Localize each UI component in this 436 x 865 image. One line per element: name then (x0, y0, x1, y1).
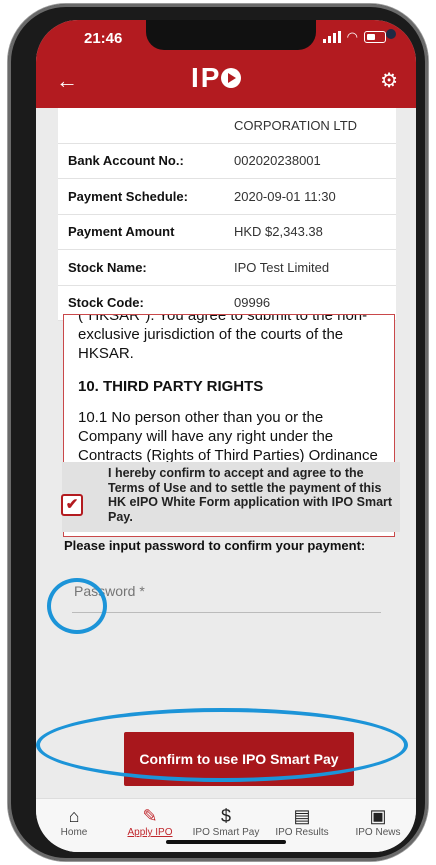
tab-ipo-results[interactable]: ▤ IPO Results (264, 799, 340, 852)
tab-apply-ipo[interactable]: ✎ Apply IPO (112, 799, 188, 852)
detail-label: Payment Amount (68, 224, 175, 240)
table-row: Payment Schedule: 2020-09-01 11:30 (58, 179, 396, 215)
detail-label: Payment Schedule: (68, 188, 188, 204)
home-icon: ⌂ (68, 806, 80, 826)
terms-heading: 10. THIRD PARTY RIGHTS (78, 378, 264, 395)
detail-value: IPO Test Limited (234, 259, 330, 275)
logo-play-icon (221, 68, 242, 88)
detail-value: HKD $2,343.38 (234, 224, 323, 240)
gear-icon[interactable]: ⚙ (380, 68, 398, 93)
camera-icon (386, 29, 396, 39)
wifi-icon: ◠ (346, 29, 358, 44)
home-indicator (166, 840, 286, 844)
clipboard-icon: ▤ (293, 806, 311, 826)
tab-home[interactable]: ⌂ Home (36, 799, 112, 852)
table-row: Stock Name: IPO Test Limited (58, 250, 396, 286)
table-row: Bank Account No.: 002020238001 (58, 144, 396, 179)
tab-ipo-news[interactable]: ▣ IPO News (340, 799, 416, 852)
detail-label: Stock Code: (68, 295, 144, 311)
payment-details-table: CORPORATION LTD Bank Account No.: 0020202… (58, 108, 396, 321)
app-logo: IP (191, 62, 242, 94)
highlight-confirm-oval (36, 708, 408, 782)
pencil-icon: ✎ (142, 806, 158, 826)
table-row: Payment Amount HKD $2,343.38 (58, 215, 396, 250)
battery-icon (364, 31, 386, 43)
agree-checkbox[interactable]: ✔ (61, 494, 83, 516)
agreement-text: I hereby confirm to accept and agree to … (108, 466, 393, 524)
back-arrow-icon[interactable]: ← (56, 68, 78, 94)
detail-label: Bank Account No.: (68, 153, 184, 169)
highlight-checkbox-circle (47, 578, 107, 634)
dollar-icon: $ (220, 806, 231, 826)
main-content: CORPORATION LTD Bank Account No.: 0020202… (36, 108, 416, 798)
notch (146, 20, 396, 50)
status-icons: ◠ (322, 29, 386, 44)
table-row: CORPORATION LTD (58, 108, 396, 144)
detail-value: 002020238001 (234, 153, 321, 169)
tab-ipo-smart-pay[interactable]: $ IPO Smart Pay (188, 799, 264, 852)
app-header: 21:46 ◠ ← IP ⚙ (36, 20, 416, 108)
detail-value: CORPORATION LTD (234, 117, 358, 133)
detail-value: 09996 (234, 295, 271, 311)
detail-label: Stock Name: (68, 259, 147, 275)
password-prompt: Please input password to confirm your pa… (64, 538, 366, 553)
password-field[interactable] (72, 570, 381, 613)
newspaper-icon: ▣ (369, 806, 387, 826)
detail-value: 2020-09-01 11:30 (234, 188, 336, 204)
signal-icon (322, 31, 341, 43)
terms-paragraph: ("HKSAR"). You agree to submit to the no… (78, 314, 368, 362)
status-time: 21:46 (84, 30, 123, 47)
